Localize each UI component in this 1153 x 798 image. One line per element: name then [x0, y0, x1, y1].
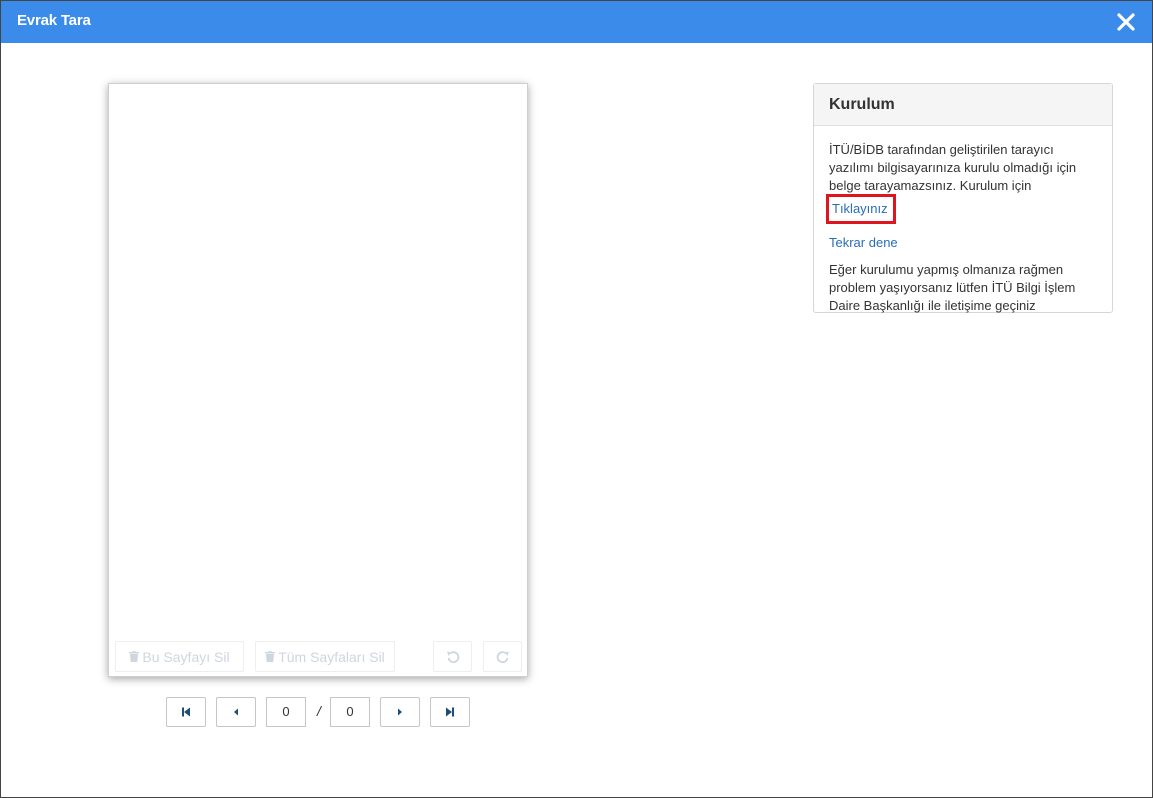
trash-icon [129, 651, 140, 662]
install-link[interactable]: Tıklayınız [832, 201, 888, 216]
last-page-button[interactable] [430, 697, 470, 727]
install-panel: Kurulum İTÜ/BİDB tarafından geliştirilen… [813, 83, 1113, 313]
rotate-right-icon [496, 650, 509, 663]
first-page-button[interactable] [166, 697, 206, 727]
scan-page-preview: Bu Sayfayı Sil Tüm Sayfaları Sil [108, 83, 528, 677]
page-separator: / [317, 703, 321, 719]
rotate-right-button[interactable] [483, 641, 522, 672]
modal-title: Evrak Tara [17, 12, 91, 29]
help-text: Eğer kurulumu yapmış olmanıza rağmen pro… [829, 262, 1076, 313]
current-page-field[interactable]: 0 [266, 697, 306, 727]
panel-title: Kurulum [814, 84, 1112, 126]
triangle-right-icon [398, 708, 402, 716]
step-backward-icon [182, 707, 190, 717]
previous-page-button[interactable] [216, 697, 256, 727]
delete-all-pages-button[interactable]: Tüm Sayfaları Sil [255, 641, 395, 672]
scan-document-modal: Evrak Tara Bu Sayfayı Sil Tüm Sayfaları … [0, 0, 1153, 798]
rotate-left-button[interactable] [433, 641, 472, 672]
retry-link[interactable]: Tekrar dene [829, 234, 1097, 252]
page-navigator: 0 / 0 [166, 697, 476, 727]
install-message: İTÜ/BİDB tarafından geliştirilen tarayıc… [826, 141, 1097, 225]
rotate-left-icon [446, 650, 459, 663]
preview-toolbar: Bu Sayfayı Sil Tüm Sayfaları Sil [115, 641, 522, 672]
total-pages-field: 0 [330, 697, 370, 727]
modal-header: Evrak Tara [1, 1, 1152, 43]
panel-body: İTÜ/BİDB tarafından geliştirilen tarayıc… [814, 126, 1112, 330]
delete-page-label: Bu Sayfayı Sil [142, 648, 230, 665]
install-link-highlight: Tıklayınız [826, 194, 896, 224]
trash-icon [265, 651, 276, 662]
next-page-button[interactable] [380, 697, 420, 727]
triangle-left-icon [234, 708, 238, 716]
close-icon[interactable] [1116, 12, 1136, 32]
delete-all-label: Tüm Sayfaları Sil [278, 648, 385, 665]
step-forward-icon [446, 707, 454, 717]
install-message-text: İTÜ/BİDB tarafından geliştirilen tarayıc… [829, 142, 1077, 193]
delete-page-button[interactable]: Bu Sayfayı Sil [115, 641, 244, 672]
